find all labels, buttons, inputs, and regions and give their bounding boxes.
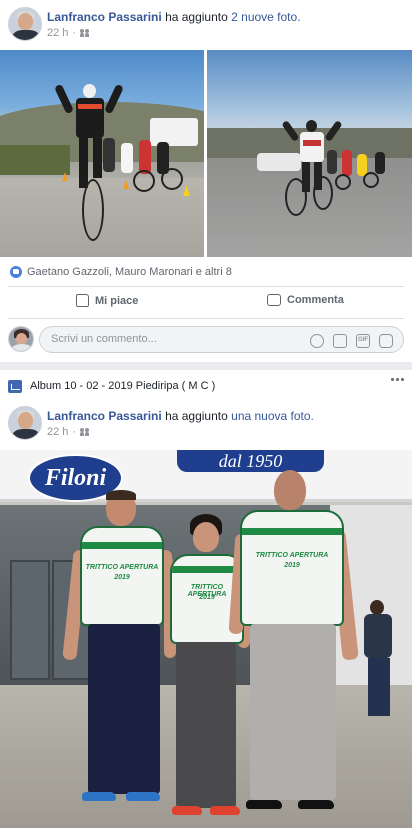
post-meta: 22 h · bbox=[47, 27, 91, 39]
friends-audience-icon bbox=[80, 29, 91, 37]
like-button[interactable]: Mi piace bbox=[76, 294, 138, 307]
comment-input[interactable]: Scrivi un commento... GIF bbox=[39, 326, 404, 353]
comment-composer: Scrivi un commento... GIF bbox=[8, 325, 404, 355]
camera-icon[interactable] bbox=[333, 334, 347, 348]
author-name-link[interactable]: Lanfranco Passarini bbox=[47, 409, 162, 423]
comment-button[interactable]: Commenta bbox=[267, 294, 344, 306]
post-photo-2[interactable] bbox=[207, 50, 412, 257]
album-header[interactable]: Album 10 - 02 - 2019 Piediripa ( M C ) bbox=[8, 378, 215, 394]
reactions-summary[interactable]: Gaetano Gazzoli, Mauro Maronari e altri … bbox=[10, 264, 232, 280]
post-meta: 22 h · bbox=[47, 426, 91, 438]
timestamp-link[interactable]: 22 h bbox=[47, 426, 68, 438]
post-actions: Mi piace Commenta bbox=[0, 290, 412, 316]
friends-audience-icon bbox=[80, 428, 91, 436]
post-header: Lanfranco Passarini ha aggiunto 2 nuove … bbox=[8, 7, 404, 43]
reactions-text[interactable]: Gaetano Gazzoli, Mauro Maronari e altri … bbox=[27, 266, 232, 278]
comment-label: Commenta bbox=[287, 294, 344, 306]
post-photo-1[interactable] bbox=[0, 50, 204, 257]
author-avatar[interactable] bbox=[8, 7, 42, 41]
album-icon bbox=[8, 379, 22, 393]
feed-post-1: Lanfranco Passarini ha aggiunto 2 nuove … bbox=[0, 0, 412, 362]
comment-bubble-icon bbox=[267, 294, 281, 306]
feed-post-2: Album 10 - 02 - 2019 Piediripa ( M C ) L… bbox=[0, 370, 412, 828]
post-verb: ha aggiunto bbox=[165, 10, 228, 24]
photo-link[interactable]: una nuova foto. bbox=[231, 409, 314, 423]
post-header: Lanfranco Passarini ha aggiunto una nuov… bbox=[8, 406, 404, 442]
divider bbox=[8, 318, 404, 319]
timestamp-link[interactable]: 22 h bbox=[47, 27, 68, 39]
author-avatar[interactable] bbox=[8, 406, 42, 440]
author-name-link[interactable]: Lanfranco Passarini bbox=[47, 10, 162, 24]
post-headline: Lanfranco Passarini ha aggiunto 2 nuove … bbox=[47, 10, 301, 24]
post-photo-group[interactable]: Filoni dal 1950 TRITTICO APERTURA 2019 T… bbox=[0, 450, 412, 828]
thumbs-up-icon bbox=[76, 294, 89, 307]
post-headline: Lanfranco Passarini ha aggiunto una nuov… bbox=[47, 409, 314, 423]
post-verb: ha aggiunto bbox=[165, 409, 228, 423]
comment-placeholder: Scrivi un commento... bbox=[51, 333, 157, 345]
since-sign: dal 1950 bbox=[177, 450, 324, 472]
comment-tools: GIF bbox=[310, 334, 393, 348]
like-reaction-icon bbox=[10, 266, 22, 278]
gif-icon[interactable]: GIF bbox=[356, 334, 370, 348]
more-options-button[interactable] bbox=[391, 378, 404, 381]
album-title[interactable]: Album 10 - 02 - 2019 Piediripa ( M C ) bbox=[30, 380, 215, 392]
emoji-icon[interactable] bbox=[310, 334, 324, 348]
current-user-avatar[interactable] bbox=[8, 326, 34, 352]
sticker-icon[interactable] bbox=[379, 334, 393, 348]
divider bbox=[8, 286, 404, 287]
like-label: Mi piace bbox=[95, 294, 139, 307]
photos-link[interactable]: 2 nuove foto. bbox=[231, 10, 300, 24]
